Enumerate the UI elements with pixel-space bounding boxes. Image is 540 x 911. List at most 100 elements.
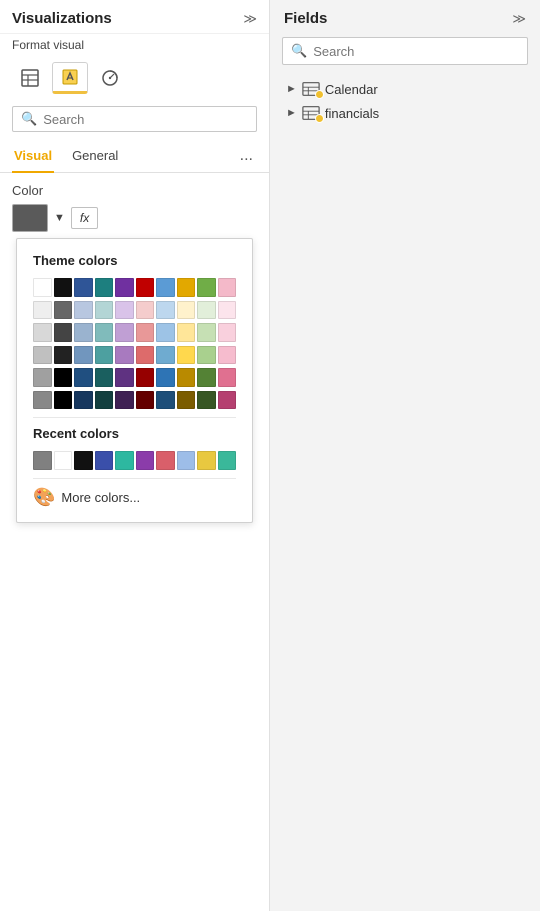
recent-color-cell[interactable] xyxy=(115,451,134,470)
color-cell[interactable] xyxy=(136,391,155,410)
color-cell[interactable] xyxy=(156,278,175,297)
color-cell[interactable] xyxy=(218,323,237,342)
color-cell[interactable] xyxy=(177,368,196,387)
color-cell[interactable] xyxy=(33,301,52,320)
color-cell[interactable] xyxy=(95,391,114,410)
fields-expand-icon[interactable]: ≫ xyxy=(512,11,526,27)
color-cell[interactable] xyxy=(115,391,134,410)
color-cell[interactable] xyxy=(218,278,237,297)
color-cell[interactable] xyxy=(54,278,73,297)
color-cell[interactable] xyxy=(218,391,237,410)
recent-color-cell[interactable] xyxy=(54,451,73,470)
divider xyxy=(33,417,236,418)
recent-color-cell[interactable] xyxy=(177,451,196,470)
fields-search-box[interactable]: 🔍 xyxy=(282,37,528,65)
color-cell[interactable] xyxy=(74,278,93,297)
color-cell[interactable] xyxy=(197,368,216,387)
color-cell[interactable] xyxy=(74,301,93,320)
color-cell[interactable] xyxy=(33,278,52,297)
color-cell[interactable] xyxy=(197,323,216,342)
palette-icon: 🎨 xyxy=(33,487,55,508)
color-cell[interactable] xyxy=(177,391,196,410)
color-cell[interactable] xyxy=(115,301,134,320)
recent-color-cell[interactable] xyxy=(218,451,237,470)
more-colors-label: More colors... xyxy=(61,490,140,505)
recent-colors-heading: Recent colors xyxy=(33,426,236,441)
color-cell[interactable] xyxy=(54,323,73,342)
color-cell[interactable] xyxy=(177,323,196,342)
theme-color-row3 xyxy=(33,323,236,342)
color-swatch-btn[interactable] xyxy=(12,204,48,232)
color-cell[interactable] xyxy=(136,346,155,365)
field-item[interactable]: ► Calendar xyxy=(282,77,528,101)
more-colors-row[interactable]: 🎨 More colors... xyxy=(33,487,236,508)
color-cell[interactable] xyxy=(54,391,73,410)
format-icon xyxy=(60,67,80,87)
color-cell[interactable] xyxy=(218,346,237,365)
theme-colors-heading: Theme colors xyxy=(33,253,236,268)
color-cell[interactable] xyxy=(156,368,175,387)
color-cell[interactable] xyxy=(177,278,196,297)
color-cell[interactable] xyxy=(136,368,155,387)
color-cell[interactable] xyxy=(177,346,196,365)
fx-button[interactable]: fx xyxy=(71,207,98,229)
tab-visual[interactable]: Visual xyxy=(12,140,54,173)
color-cell[interactable] xyxy=(197,391,216,410)
analytics-icon-btn[interactable] xyxy=(92,62,128,94)
color-cell[interactable] xyxy=(156,301,175,320)
left-search-input[interactable] xyxy=(43,112,248,127)
color-cell[interactable] xyxy=(54,301,73,320)
table-icon-btn[interactable] xyxy=(12,62,48,94)
color-cell[interactable] xyxy=(33,323,52,342)
color-cell[interactable] xyxy=(197,278,216,297)
color-cell[interactable] xyxy=(54,346,73,365)
color-cell[interactable] xyxy=(33,368,52,387)
left-search-box[interactable]: 🔍 xyxy=(12,106,257,132)
color-cell[interactable] xyxy=(197,346,216,365)
color-cell[interactable] xyxy=(95,346,114,365)
color-cell[interactable] xyxy=(115,368,134,387)
color-cell[interactable] xyxy=(95,278,114,297)
fields-search-icon: 🔍 xyxy=(291,43,307,59)
color-cell[interactable] xyxy=(177,301,196,320)
color-cell[interactable] xyxy=(136,278,155,297)
recent-color-cell[interactable] xyxy=(197,451,216,470)
recent-color-cell[interactable] xyxy=(136,451,155,470)
color-cell[interactable] xyxy=(115,278,134,297)
field-item[interactable]: ► financials xyxy=(282,101,528,125)
color-cell[interactable] xyxy=(115,346,134,365)
tab-more[interactable]: ... xyxy=(236,143,257,169)
field-list: ► Calendar ► financials xyxy=(270,73,540,129)
color-cell[interactable] xyxy=(156,323,175,342)
color-cell[interactable] xyxy=(156,391,175,410)
fields-search-input[interactable] xyxy=(313,44,519,59)
color-swatch-inner xyxy=(16,208,38,228)
expand-icon[interactable]: ≫ xyxy=(243,11,257,27)
color-cell[interactable] xyxy=(156,346,175,365)
color-cell[interactable] xyxy=(33,346,52,365)
color-cell[interactable] xyxy=(218,301,237,320)
color-cell[interactable] xyxy=(197,301,216,320)
recent-color-cell[interactable] xyxy=(95,451,114,470)
format-icon-btn[interactable] xyxy=(52,62,88,94)
color-cell[interactable] xyxy=(33,391,52,410)
recent-color-cell[interactable] xyxy=(156,451,175,470)
color-cell[interactable] xyxy=(218,368,237,387)
color-chevron[interactable]: ▼ xyxy=(52,212,67,224)
fields-title: Fields xyxy=(284,10,327,27)
color-cell[interactable] xyxy=(95,301,114,320)
theme-color-row5 xyxy=(33,368,236,387)
color-cell[interactable] xyxy=(95,368,114,387)
color-cell[interactable] xyxy=(74,323,93,342)
color-cell[interactable] xyxy=(95,323,114,342)
tab-general[interactable]: General xyxy=(70,140,120,173)
color-cell[interactable] xyxy=(74,346,93,365)
color-cell[interactable] xyxy=(54,368,73,387)
recent-color-cell[interactable] xyxy=(74,451,93,470)
color-cell[interactable] xyxy=(74,391,93,410)
color-cell[interactable] xyxy=(136,323,155,342)
color-cell[interactable] xyxy=(115,323,134,342)
color-cell[interactable] xyxy=(136,301,155,320)
color-cell[interactable] xyxy=(74,368,93,387)
recent-color-cell[interactable] xyxy=(33,451,52,470)
